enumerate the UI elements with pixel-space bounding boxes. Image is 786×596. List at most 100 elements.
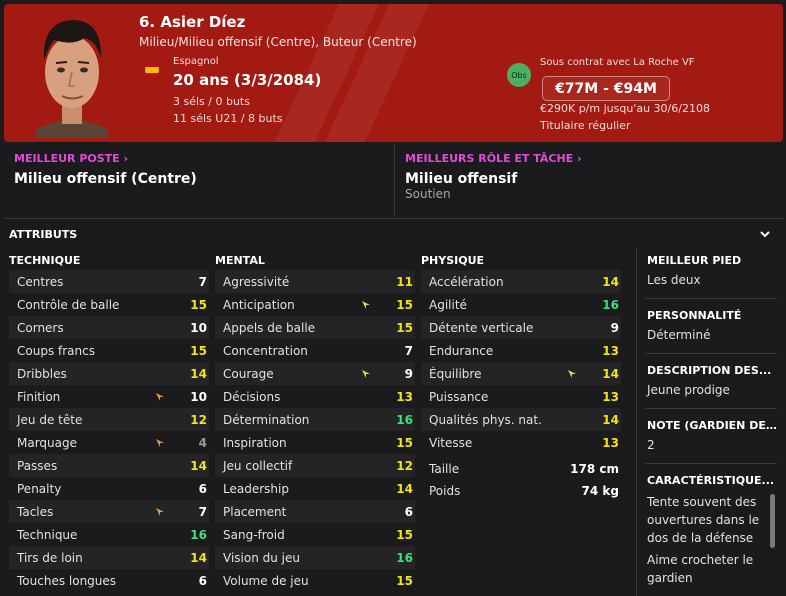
best-role-link[interactable]: MEILLEURS RÔLE ET TÂCHE › <box>405 152 582 165</box>
gk-rating-block: NOTE (GARDIEN DE... 2 <box>647 419 777 452</box>
attribute-row[interactable]: Agressivité 11 <box>215 270 415 293</box>
attribute-row[interactable]: Penalty 6 <box>9 477 209 500</box>
attribute-value: 15 <box>396 321 413 335</box>
best-foot-label: MEILLEUR PIED <box>647 254 742 267</box>
player-age: 20 ans (3/3/2084) <box>173 71 322 89</box>
attribute-row[interactable]: Équilibre 14 <box>421 362 621 385</box>
attribute-name: Qualités phys. nat. <box>429 413 542 427</box>
attribute-name: Technique <box>17 528 78 542</box>
player-portrait[interactable] <box>26 12 118 138</box>
attribute-value: 16 <box>602 298 619 312</box>
attribute-row[interactable]: Marquage 4 <box>9 431 209 454</box>
attribute-row[interactable]: Technique 16 <box>9 523 209 546</box>
best-position-value: Milieu offensif (Centre) <box>14 171 197 187</box>
attribute-row[interactable]: Accélération 14 <box>421 270 621 293</box>
attribute-row[interactable]: Tacles 7 <box>9 500 209 523</box>
personality-value: Déterminé <box>647 328 711 342</box>
best-position-link[interactable]: MEILLEUR POSTE › <box>14 152 128 165</box>
trait-item: Tente souvent des ouvertures dans le dos… <box>647 495 760 545</box>
attribute-row[interactable]: Tirs de loin 14 <box>9 546 209 569</box>
attribute-name: Équilibre <box>429 367 482 381</box>
attribute-name: Dribbles <box>17 367 67 381</box>
gk-rating-label: NOTE (GARDIEN DE... <box>647 419 777 432</box>
transfer-value[interactable]: €77M - €94M <box>542 76 670 101</box>
attribute-row[interactable]: Placement 6 <box>215 500 415 523</box>
attribute-value: 11 <box>396 275 413 289</box>
attribute-value: 13 <box>602 390 619 404</box>
player-caps: 3 séls / 0 buts <box>173 95 250 108</box>
attribute-row[interactable]: Détermination 16 <box>215 408 415 431</box>
player-traits-label: CARACTÉRISTIQUE... <box>647 474 775 487</box>
attribute-row[interactable]: Leadership 14 <box>215 477 415 500</box>
attribute-value: 16 <box>396 413 413 427</box>
trend-arrow-icon <box>568 370 576 378</box>
side-info-panel: MEILLEUR PIED Les deux PERSONNALITÉ Déte… <box>636 248 783 596</box>
attribute-name: Concentration <box>223 344 308 358</box>
attribute-value: 9 <box>610 321 619 335</box>
attribute-row[interactable]: Détente verticale 9 <box>421 316 621 339</box>
attribute-value: 15 <box>396 436 413 450</box>
attribute-row[interactable]: Corners 10 <box>9 316 209 339</box>
trend-arrow-icon <box>156 393 164 401</box>
attribute-row[interactable]: Vision du jeu 16 <box>215 546 415 569</box>
attribute-value: 9 <box>404 367 413 381</box>
attribute-value: 15 <box>190 298 207 312</box>
attribute-row[interactable]: Sang-froid 15 <box>215 523 415 546</box>
attribute-value: 15 <box>190 344 207 358</box>
scout-obs-badge[interactable]: Obs <box>507 63 531 87</box>
technique-heading: TECHNIQUE <box>9 254 81 267</box>
attribute-row[interactable]: Finition 10 <box>9 385 209 408</box>
attribute-row[interactable]: Touches longues 6 <box>9 569 209 592</box>
player-header: 6. Asier Díez Milieu/Milieu offensif (Ce… <box>4 4 783 142</box>
attribute-name: Vision du jeu <box>223 551 300 565</box>
attribute-row[interactable]: Inspiration 15 <box>215 431 415 454</box>
attribute-row[interactable]: Jeu collectif 12 <box>215 454 415 477</box>
physique-list: Accélération 14 Agilité 16 Détente verticale… <box>421 270 621 454</box>
attribute-row[interactable]: Courage 9 <box>215 362 415 385</box>
attribute-name: Accélération <box>429 275 504 289</box>
trend-arrow-icon <box>156 439 164 447</box>
attribute-row[interactable]: Passes 14 <box>9 454 209 477</box>
attribute-name: Placement <box>223 505 287 519</box>
attribute-row[interactable]: Centres 7 <box>9 270 209 293</box>
attribute-row[interactable]: Vitesse 13 <box>421 431 621 454</box>
attribute-name: Vitesse <box>429 436 473 450</box>
attribute-name: Détermination <box>223 413 310 427</box>
attribute-row[interactable]: Volume de jeu 15 <box>215 569 415 592</box>
attribute-row[interactable]: Puissance 13 <box>421 385 621 408</box>
weight-label: Poids <box>429 484 461 498</box>
attribute-value: 4 <box>198 436 207 450</box>
attribute-name: Coups francs <box>17 344 95 358</box>
attribute-row[interactable]: Appels de balle 15 <box>215 316 415 339</box>
media-description-label: DESCRIPTION DES... <box>647 364 772 377</box>
attribute-value: 6 <box>404 505 413 519</box>
attribute-row[interactable]: Dribbles 14 <box>9 362 209 385</box>
attribute-row[interactable]: Décisions 13 <box>215 385 415 408</box>
attribute-name: Anticipation <box>223 298 295 312</box>
mental-heading: MENTAL <box>215 254 265 267</box>
attribute-row[interactable]: Coups francs 15 <box>9 339 209 362</box>
attribute-value: 16 <box>396 551 413 565</box>
attribute-value: 10 <box>190 390 207 404</box>
traits-scrollbar[interactable] <box>770 494 775 548</box>
attribute-row[interactable]: Qualités phys. nat. 14 <box>421 408 621 431</box>
attributes-title: ATTRIBUTS <box>9 228 78 241</box>
height-value: 178 cm <box>570 462 619 476</box>
attribute-name: Puissance <box>429 390 489 404</box>
attribute-name: Corners <box>17 321 64 335</box>
attribute-name: Agilité <box>429 298 467 312</box>
attribute-row[interactable]: Concentration 7 <box>215 339 415 362</box>
chevron-down-icon[interactable] <box>758 227 772 241</box>
attribute-row[interactable]: Anticipation 15 <box>215 293 415 316</box>
attribute-row[interactable]: Endurance 13 <box>421 339 621 362</box>
divider <box>645 353 777 354</box>
attribute-row[interactable]: Contrôle de balle 15 <box>9 293 209 316</box>
attribute-value: 7 <box>198 275 207 289</box>
attribute-name: Centres <box>17 275 64 289</box>
attribute-row[interactable]: Agilité 16 <box>421 293 621 316</box>
mental-list: Agressivité 11 Anticipation 15 Appels de bal… <box>215 270 415 592</box>
spain-flag-icon[interactable] <box>145 63 159 77</box>
attribute-value: 16 <box>190 528 207 542</box>
attribute-name: Décisions <box>223 390 281 404</box>
attribute-row[interactable]: Jeu de tête 12 <box>9 408 209 431</box>
